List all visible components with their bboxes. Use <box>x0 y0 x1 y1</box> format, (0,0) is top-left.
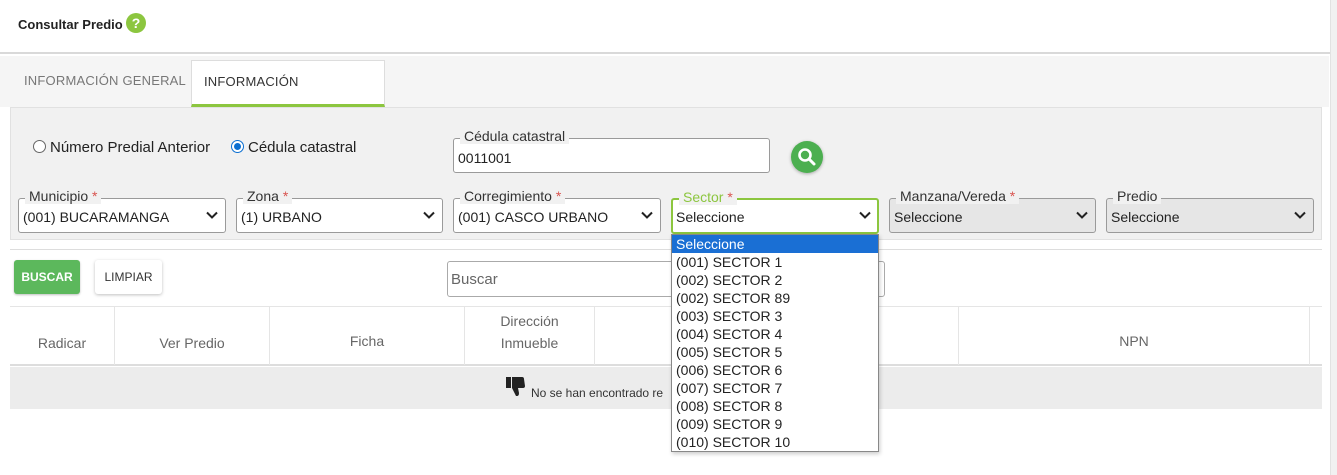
empty-results-row <box>10 367 1322 409</box>
tab-informacion-ubicacion[interactable]: INFORMACIÓN UBICACIÓN <box>191 60 385 131</box>
manzana-vereda-value: Seleccione <box>894 209 963 225</box>
sector-option[interactable]: (009) SECTOR 9 <box>672 415 878 433</box>
corregimiento-select[interactable]: Corregimiento * (001) CASCO URBANO <box>453 188 661 233</box>
sector-option[interactable]: (001) SECTOR 1 <box>672 253 878 271</box>
limpiar-button[interactable]: LIMPIAR <box>95 260 162 294</box>
tab-bar: INFORMACIÓN GENERAL INFORMACIÓN UBICACIÓ… <box>0 56 1329 131</box>
column-ver-predio[interactable]: Ver Predio <box>115 307 270 365</box>
results-table-header: Radicar Ver Predio Ficha Dirección Inmueb… <box>10 306 1322 366</box>
corregimiento-label: Corregimiento * <box>460 188 566 204</box>
zona-value: (1) URBANO <box>241 209 322 225</box>
header-bar: Consultar Predio ? <box>0 0 1337 54</box>
sector-option[interactable]: (008) SECTOR 8 <box>672 397 878 415</box>
sector-label: Sector * <box>679 189 737 205</box>
cedula-catastral-label: Cédula catastral <box>460 128 570 144</box>
predio-value: Seleccione <box>1111 209 1180 225</box>
scrollbar[interactable] <box>1330 0 1337 475</box>
sector-value: Seleccione <box>676 209 745 225</box>
radio-cedula-catastral[interactable] <box>231 140 244 153</box>
manzana-vereda-select[interactable]: Manzana/Vereda * Seleccione <box>889 188 1096 233</box>
chevron-down-icon <box>206 211 218 219</box>
column-npn[interactable]: NPN <box>959 307 1310 365</box>
thumbs-down-icon <box>506 377 525 396</box>
radio-label-numero-predial[interactable]: Número Predial Anterior <box>50 139 210 156</box>
zona-select[interactable]: Zona * (1) URBANO <box>236 188 443 233</box>
chevron-down-icon <box>859 211 871 219</box>
search-button[interactable] <box>791 141 823 173</box>
radio-label-cedula-catastral[interactable]: Cédula catastral <box>248 139 356 156</box>
municipio-value: (001) BUCARAMANGA <box>23 209 170 225</box>
predio-select[interactable]: Predio Seleccione <box>1106 188 1314 233</box>
help-icon[interactable]: ? <box>126 13 146 33</box>
sector-dropdown-list[interactable]: Seleccione (001) SECTOR 1 (002) SECTOR 2… <box>671 234 879 452</box>
column-direccion-inmueble[interactable]: Dirección Inmueble <box>465 307 595 365</box>
manzana-vereda-label: Manzana/Vereda * <box>896 188 1020 204</box>
cedula-catastral-value[interactable]: 0011001 <box>458 150 511 166</box>
predio-label: Predio <box>1113 188 1162 204</box>
sector-select[interactable]: Sector * Seleccione <box>671 189 879 234</box>
sector-option[interactable]: Seleccione <box>672 235 878 253</box>
chevron-down-icon <box>1076 211 1088 219</box>
empty-message: No se han encontrado re <box>531 386 664 400</box>
cedula-catastral-field[interactable]: Cédula catastral 0011001 <box>453 128 770 173</box>
sector-option[interactable]: (002) SECTOR 89 <box>672 289 878 307</box>
municipio-label: Municipio * <box>25 188 102 204</box>
sector-option[interactable]: (005) SECTOR 5 <box>672 343 878 361</box>
chevron-down-icon <box>423 211 435 219</box>
column-radicar[interactable]: Radicar <box>10 307 115 365</box>
buscar-button[interactable]: BUSCAR <box>14 260 80 294</box>
sector-option[interactable]: (003) SECTOR 3 <box>672 307 878 325</box>
page-title: Consultar Predio <box>18 17 123 32</box>
sector-option[interactable]: (004) SECTOR 4 <box>672 325 878 343</box>
divider <box>10 249 1322 250</box>
zona-label: Zona * <box>243 188 293 204</box>
radio-numero-predial-anterior[interactable] <box>33 140 46 153</box>
chevron-down-icon <box>641 211 653 219</box>
sector-option[interactable]: (006) SECTOR 6 <box>672 361 878 379</box>
sector-option[interactable]: (010) SECTOR 10 <box>672 433 878 451</box>
sector-option[interactable]: (007) SECTOR 7 <box>672 379 878 397</box>
chevron-down-icon <box>1294 211 1306 219</box>
municipio-select[interactable]: Municipio * (001) BUCARAMANGA <box>18 188 226 233</box>
magnifier-icon <box>798 148 816 166</box>
sector-option[interactable]: (002) SECTOR 2 <box>672 271 878 289</box>
column-ficha[interactable]: Ficha <box>270 307 465 365</box>
corregimiento-value: (001) CASCO URBANO <box>458 209 609 225</box>
tab-informacion-general[interactable]: INFORMACIÓN GENERAL <box>10 60 200 107</box>
